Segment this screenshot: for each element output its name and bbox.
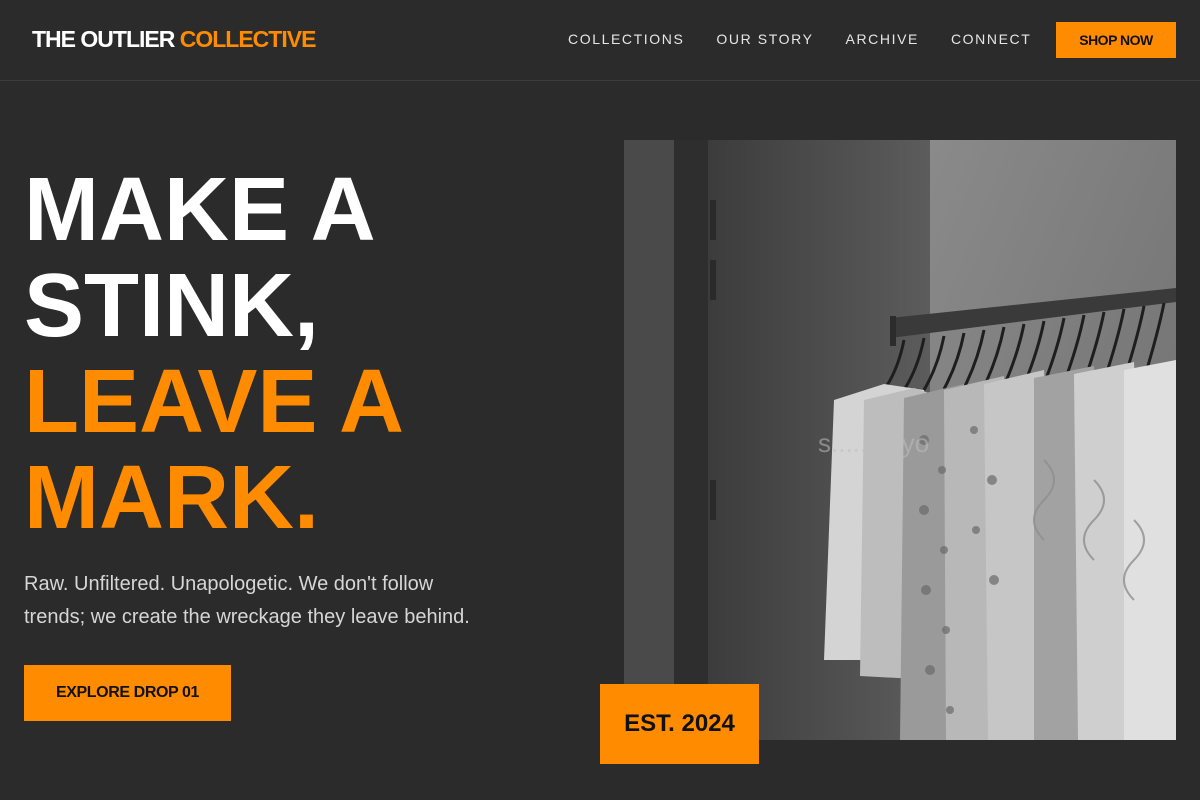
hero-image-clothing-rack: s.....tokyo — [624, 140, 1176, 740]
image-watermark: s.....tokyo — [818, 428, 929, 458]
headline-line-3: LEAVE A — [24, 352, 405, 452]
hero-headline: MAKE A STINK, LEAVE A MARK. — [24, 162, 404, 546]
site-header: THE OUTLIER COLLECTIVE COLLECTIONS OUR S… — [0, 0, 1200, 81]
nav-item-collections[interactable]: COLLECTIONS — [568, 31, 684, 47]
shop-now-button[interactable]: SHOP NOW — [1056, 22, 1176, 58]
explore-drop-button[interactable]: EXPLORE DROP 01 — [24, 665, 231, 721]
nav-item-our-story[interactable]: OUR STORY — [716, 31, 813, 47]
brand-name-accent: COLLECTIVE — [179, 26, 317, 52]
brand-name-primary: THE OUTLIER — [32, 26, 175, 52]
main-nav: COLLECTIONS OUR STORY ARCHIVE CONNECT — [568, 31, 1031, 47]
hero-tagline: Raw. Unfiltered. Unapologetic. We don't … — [24, 573, 470, 628]
nav-item-connect[interactable]: CONNECT — [951, 31, 1031, 47]
est-badge: EST. 2024 — [600, 684, 759, 764]
nav-item-archive[interactable]: ARCHIVE — [846, 31, 919, 47]
headline-line-1: MAKE A — [24, 160, 376, 260]
brand-logo[interactable]: THE OUTLIER COLLECTIVE — [32, 26, 317, 53]
headline-line-4: MARK. — [24, 448, 319, 548]
headline-line-2: STINK, — [24, 256, 320, 356]
